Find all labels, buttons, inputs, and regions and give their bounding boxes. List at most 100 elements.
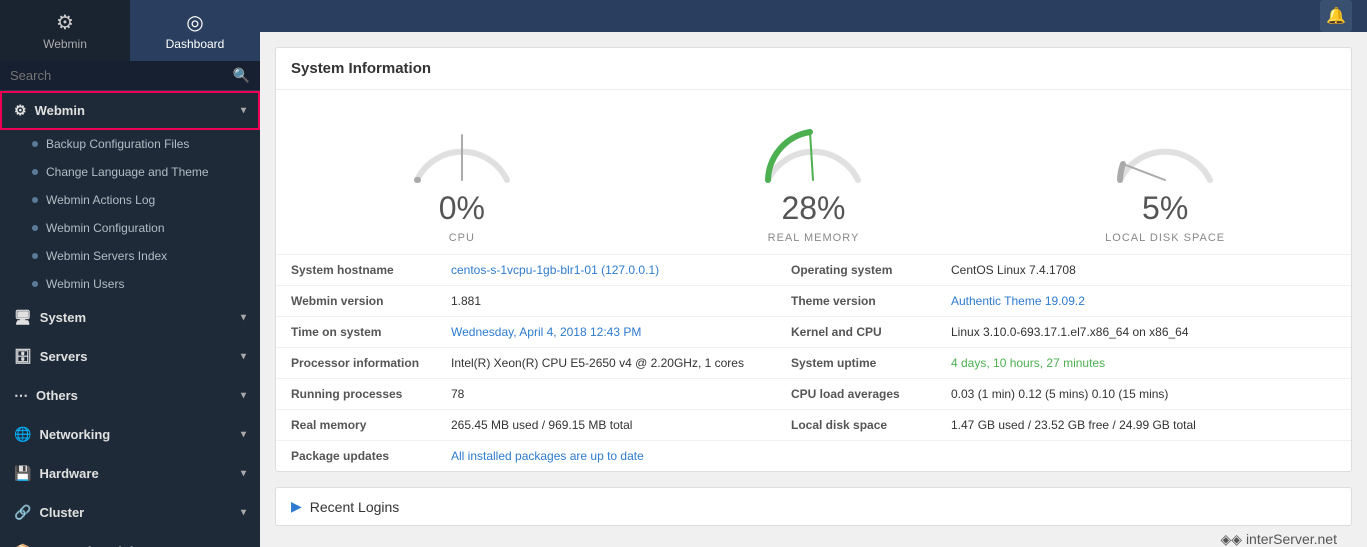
uptime-link[interactable]: 4 days, 10 hours, 27 minutes [951,356,1105,370]
webmin-nav-item[interactable]: ⚙ Webmin [0,0,130,61]
system-info-title: System Information [276,48,1351,90]
disk-gauge-svg [1105,110,1225,190]
webmin-section-title[interactable]: ⚙ Webmin ▾ [0,91,260,130]
cpu-label: CPU [449,232,475,244]
dot-icon [32,253,38,259]
table-row: Webmin version 1.881 Theme version Authe… [276,286,1351,317]
processes-label: Running processes [276,379,436,410]
main-content: 🔔 System Information 0% CPU [260,0,1367,547]
processor-value: Intel(R) Xeon(R) CPU E5-2650 v4 @ 2.20GH… [436,348,776,379]
dot-icon [32,197,38,203]
top-bar: 🔔 [260,0,1367,32]
pkg-updates-value: All installed packages are up to date [436,441,1351,472]
dot-icon [32,281,38,287]
networking-arrow: ▾ [241,429,246,440]
notification-bell-button[interactable]: 🔔 [1320,0,1352,32]
content-area: System Information 0% CPU [260,32,1367,547]
cluster-icon: 🔗 [14,504,31,521]
theme-value: Authentic Theme 19.09.2 [936,286,1351,317]
disk-label: LOCAL DISK SPACE [1105,232,1225,244]
sidebar-item-language[interactable]: Change Language and Theme [0,158,260,186]
system-info-card: System Information 0% CPU [275,47,1352,472]
webmin-version-label: Webmin version [276,286,436,317]
sidebar-item-servers[interactable]: Webmin Servers Index [0,242,260,270]
webmin-icon: ⚙ [56,10,74,35]
servers-label: Servers [40,349,88,364]
dashboard-icon: ◎ [186,10,203,35]
webmin-section-arrow: ▾ [241,105,246,116]
recent-logins-arrow: ▶ [291,498,302,515]
table-row: Real memory 265.45 MB used / 969.15 MB t… [276,410,1351,441]
pkg-updates-label: Package updates [276,441,436,472]
others-label: Others [36,388,78,403]
gauges-row: 0% CPU 28% REAL MEMORY [276,90,1351,254]
servers-section-title[interactable]: 🗄 Servers ▾ [0,337,260,376]
search-icon: 🔍 [233,67,250,84]
hardware-label: Hardware [39,466,98,481]
others-section-title[interactable]: ⋯ Others ▾ [0,376,260,415]
others-arrow: ▾ [241,390,246,401]
processes-value: 78 [436,379,776,410]
hardware-arrow: ▾ [241,468,246,479]
webmin-section-label: Webmin [35,103,85,118]
sidebar-item-language-label: Change Language and Theme [46,165,209,179]
os-value: CentOS Linux 7.4.1708 [936,255,1351,286]
recent-logins-section[interactable]: ▶ Recent Logins [275,487,1352,526]
theme-label: Theme version [776,286,936,317]
servers-arrow: ▾ [241,351,246,362]
webmin-section-icon: ⚙ [14,102,27,119]
search-input[interactable] [10,68,233,83]
dashboard-nav-item[interactable]: ◎ Dashboard [130,0,260,61]
system-icon: 🖥 [14,309,32,326]
sidebar-item-backup-label: Backup Configuration Files [46,137,189,151]
sidebar-item-backup[interactable]: Backup Configuration Files [0,130,260,158]
others-icon: ⋯ [14,387,28,404]
time-value: Wednesday, April 4, 2018 12:43 PM [436,317,776,348]
search-bar: 🔍 [0,61,260,91]
table-row: Running processes 78 CPU load averages 0… [276,379,1351,410]
cluster-label: Cluster [39,505,84,520]
hardware-section-title[interactable]: 💾 Hardware ▾ [0,454,260,493]
sidebar-item-config-label: Webmin Configuration [46,221,165,235]
dot-icon [32,225,38,231]
hostname-label: System hostname [276,255,436,286]
nav-header: ⚙ Webmin ◎ Dashboard [0,0,260,61]
memory-gauge-svg [753,110,873,190]
pkg-updates-link[interactable]: All installed packages are up to date [451,449,644,463]
hostname-link[interactable]: centos-s-1vcpu-1gb-blr1-01 (127.0.0.1) [451,263,659,277]
footer-logo-text: ◈◈ interServer.net [1221,531,1337,547]
disk-space-label: Local disk space [776,410,936,441]
info-table: System hostname centos-s-1vcpu-1gb-blr1-… [276,254,1351,471]
sidebar-item-actions-log[interactable]: Webmin Actions Log [0,186,260,214]
sidebar-item-users-label: Webmin Users [46,277,124,291]
dot-icon [32,169,38,175]
hardware-icon: 💾 [14,465,31,482]
kernel-label: Kernel and CPU [776,317,936,348]
memory-gauge: 28% REAL MEMORY [713,110,913,244]
networking-icon: 🌐 [14,426,31,443]
memory-label: REAL MEMORY [768,232,860,244]
networking-label: Networking [39,427,110,442]
sidebar-item-users[interactable]: Webmin Users [0,270,260,298]
table-row: System hostname centos-s-1vcpu-1gb-blr1-… [276,255,1351,286]
unused-section-title[interactable]: 📦 Un-used Modules ▾ [0,532,260,547]
webmin-nav-label: Webmin [43,37,87,51]
memory-value: 28% [781,190,845,227]
webmin-version-value: 1.881 [436,286,776,317]
sidebar-item-config[interactable]: Webmin Configuration [0,214,260,242]
system-section-title[interactable]: 🖥 System ▾ [0,298,260,337]
time-label: Time on system [276,317,436,348]
cpu-gauge-svg [402,110,522,190]
cluster-section-title[interactable]: 🔗 Cluster ▾ [0,493,260,532]
time-link[interactable]: Wednesday, April 4, 2018 12:43 PM [451,325,641,339]
sidebar: ⚙ Webmin ◎ Dashboard 🔍 ⚙ Webmin ▾ Backup… [0,0,260,547]
hostname-value: centos-s-1vcpu-1gb-blr1-01 (127.0.0.1) [436,255,776,286]
theme-link[interactable]: Authentic Theme 19.09.2 [951,294,1085,308]
disk-space-value: 1.47 GB used / 23.52 GB free / 24.99 GB … [936,410,1351,441]
disk-gauge: 5% LOCAL DISK SPACE [1065,110,1265,244]
system-arrow: ▾ [241,312,246,323]
networking-section-title[interactable]: 🌐 Networking ▾ [0,415,260,454]
cluster-arrow: ▾ [241,507,246,518]
kernel-value: Linux 3.10.0-693.17.1.el7.x86_64 on x86_… [936,317,1351,348]
system-label: System [40,310,86,325]
